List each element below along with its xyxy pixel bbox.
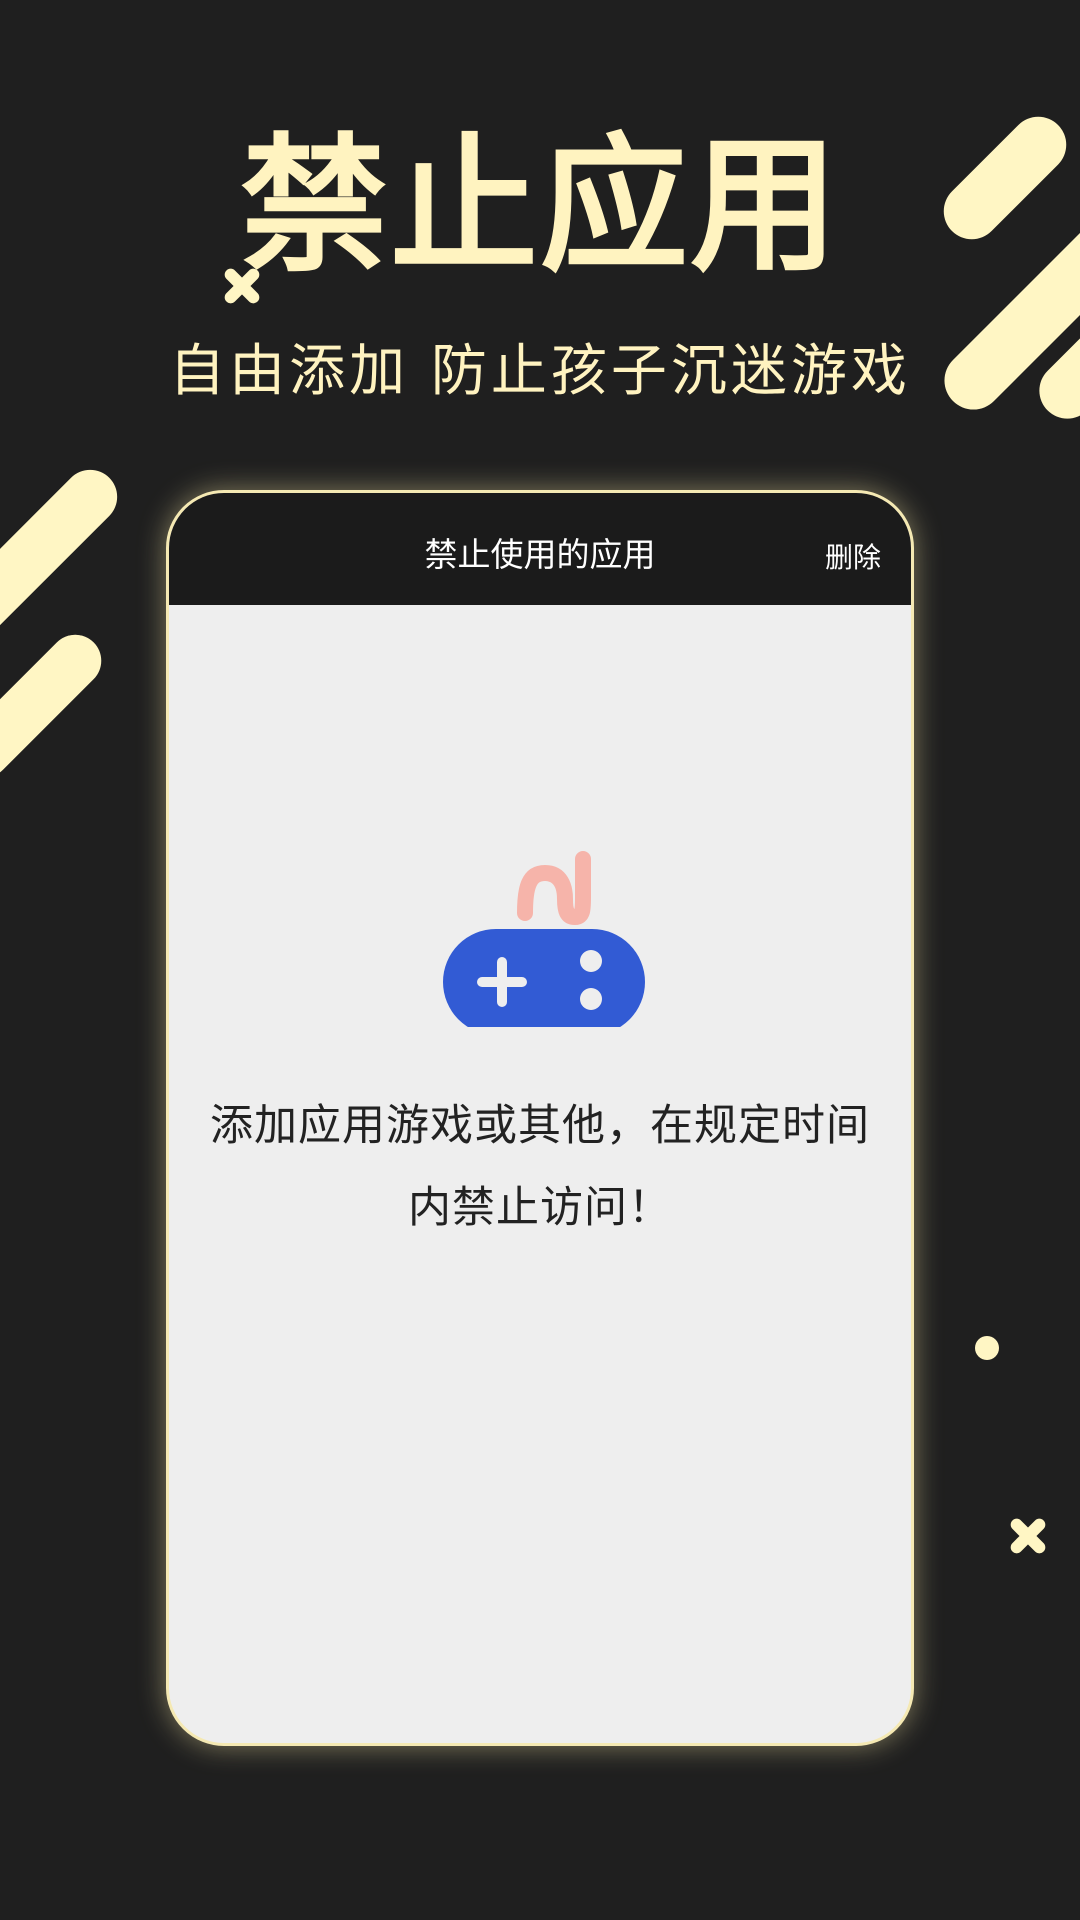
action-button-bottom (580, 988, 602, 1010)
decor-stripe-left-upper (0, 458, 129, 646)
gamepad-icon (437, 843, 649, 1035)
delete-button[interactable]: 删除 (825, 541, 881, 575)
page-title: 禁止使用的应用 (424, 535, 656, 574)
phone-mockup: 禁止使用的应用 删除 添加应用游戏或其他，在规定时间内禁止访问！ (166, 490, 914, 1746)
action-button-top (580, 950, 602, 972)
dpad-vertical (497, 957, 507, 1007)
cable-icon (517, 851, 591, 925)
decor-cross-right (1006, 1514, 1050, 1558)
decor-stripe-left-lower (0, 623, 113, 789)
gamepad-body (443, 929, 645, 1035)
app-header: 禁止使用的应用 删除 (169, 493, 911, 605)
empty-state-message: 添加应用游戏或其他，在规定时间内禁止访问！ (210, 1101, 870, 1233)
hero-title: 禁止应用 (240, 120, 840, 292)
gamepad-icon-graphic (443, 851, 645, 1035)
hero-subtitle: 自由添加 防止孩子沉迷游戏 (169, 339, 911, 404)
decor-dot (975, 1336, 999, 1360)
